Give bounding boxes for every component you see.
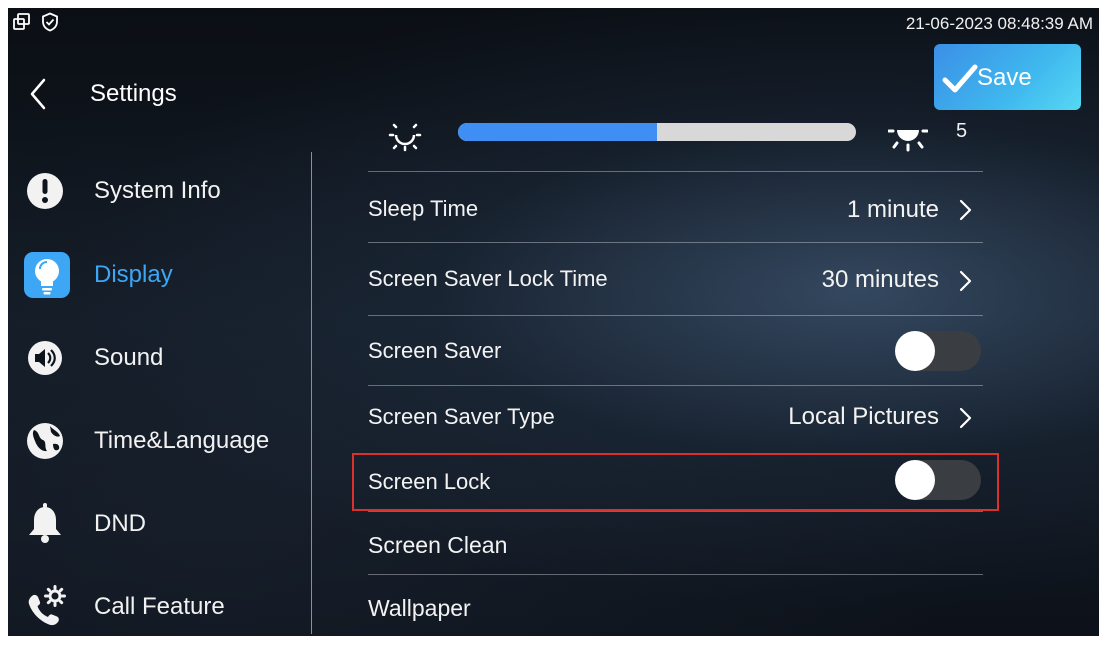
screen-saver-type-value: Local Pictures — [788, 403, 939, 430]
sidebar-item-label: Display — [94, 261, 173, 288]
toggle-knob — [895, 331, 935, 371]
multi-window-icon — [12, 12, 32, 32]
speaker-icon — [20, 333, 70, 383]
chevron-left-icon — [30, 78, 46, 110]
row-separator — [368, 315, 983, 316]
sidebar-item-label: DND — [94, 510, 146, 537]
sidebar-item-time-language[interactable]: Time&Language — [16, 408, 306, 474]
page-title: Settings — [90, 80, 177, 107]
brightness-slider-fill — [458, 123, 657, 141]
lightbulb-icon — [20, 250, 70, 300]
screen-saver-type-label: Screen Saver Type — [368, 404, 555, 429]
brightness-slider[interactable] — [458, 123, 856, 141]
sidebar-item-label: System Info — [94, 177, 221, 204]
back-button[interactable] — [24, 76, 54, 112]
sleep-time-label: Sleep Time — [368, 196, 479, 221]
row-separator — [368, 171, 983, 172]
screen-saver-toggle[interactable] — [895, 331, 981, 371]
shield-check-icon — [40, 12, 60, 32]
row-separator — [368, 242, 983, 243]
sleep-time-value: 1 minute — [846, 196, 939, 223]
screen-saver-label: Screen Saver — [368, 338, 502, 363]
save-button-label: Save — [977, 64, 1032, 91]
screen-saver-type-row[interactable]: Screen Saver Type Local Pictures — [368, 388, 983, 448]
chevron-right-icon — [957, 269, 973, 293]
checkmark-icon — [942, 64, 978, 94]
screen-saver-lock-time-label: Screen Saver Lock Time — [368, 266, 608, 291]
screen-lock-highlight — [352, 453, 999, 511]
chevron-right-icon — [957, 198, 973, 222]
sidebar-item-label: Sound — [94, 344, 164, 371]
save-button[interactable]: Save — [934, 44, 1081, 110]
status-datetime: 21-06-2023 08:48:39 AM — [905, 14, 1093, 33]
sidebar-item-label: Call Feature — [94, 593, 225, 620]
screen-clean-row[interactable]: Screen Clean — [368, 514, 983, 574]
info-exclamation-icon — [20, 166, 70, 216]
screen-saver-lock-time-value: 30 minutes — [821, 266, 939, 293]
sidebar-item-system-info[interactable]: System Info — [16, 158, 306, 224]
chevron-right-icon — [957, 406, 973, 430]
sidebar-item-call-feature[interactable]: Call Feature — [16, 574, 306, 636]
row-separator — [368, 574, 983, 575]
screen-saver-lock-time-row[interactable]: Screen Saver Lock Time 30 minutes — [368, 248, 983, 312]
sidebar-item-label: Time&Language — [94, 427, 270, 454]
wallpaper-row[interactable]: Wallpaper — [368, 577, 983, 635]
sleep-time-row[interactable]: Sleep Time 1 minute — [368, 180, 983, 240]
wallpaper-label: Wallpaper — [368, 595, 471, 621]
bell-icon — [20, 499, 70, 549]
brightness-value: 5 — [956, 120, 968, 142]
device-screen: 21-06-2023 08:48:39 AM Settings Save Sys… — [8, 8, 1099, 636]
brightness-low-icon — [388, 118, 422, 152]
brightness-high-icon — [887, 116, 929, 154]
sidebar-item-dnd[interactable]: DND — [16, 491, 306, 557]
sidebar-divider — [311, 152, 312, 634]
row-separator — [368, 511, 983, 512]
sidebar-item-display[interactable]: Display — [16, 242, 306, 308]
globe-icon — [20, 416, 70, 466]
sidebar-item-sound[interactable]: Sound — [16, 325, 306, 391]
phone-gear-icon — [20, 582, 70, 632]
row-separator — [368, 385, 983, 386]
screen-clean-label: Screen Clean — [368, 532, 508, 558]
screen-saver-row: Screen Saver — [368, 322, 983, 382]
